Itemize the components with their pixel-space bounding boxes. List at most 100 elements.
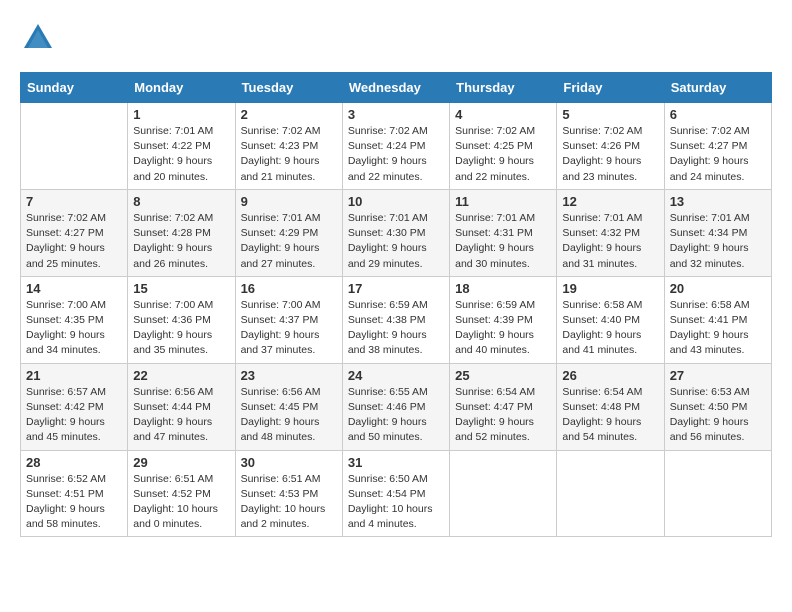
day-number: 24 [348, 368, 444, 383]
day-cell: 1Sunrise: 7:01 AMSunset: 4:22 PMDaylight… [128, 103, 235, 190]
page-header [20, 20, 772, 56]
day-number: 14 [26, 281, 122, 296]
day-number: 19 [562, 281, 658, 296]
day-info: Sunrise: 6:53 AMSunset: 4:50 PMDaylight:… [670, 385, 766, 446]
day-cell: 29 Sunrise: 6:51 AMSunset: 4:52 PMDayligh… [128, 450, 235, 537]
day-cell: 4Sunrise: 7:02 AMSunset: 4:25 PMDaylight… [450, 103, 557, 190]
week-row-3: 14 Sunrise: 7:00 AMSunset: 4:35 PMDayligh… [21, 276, 772, 363]
day-cell: 10 Sunrise: 7:01 AMSunset: 4:30 PMDayligh… [342, 189, 449, 276]
header-cell-thursday: Thursday [450, 73, 557, 103]
day-cell: 9 Sunrise: 7:01 AMSunset: 4:29 PMDaylight… [235, 189, 342, 276]
day-number: 31 [348, 455, 444, 470]
day-cell: 13 Sunrise: 7:01 AMSunset: 4:34 PMDayligh… [664, 189, 771, 276]
logo [20, 20, 60, 56]
day-number: 10 [348, 194, 444, 209]
day-number: 13 [670, 194, 766, 209]
day-info: Sunrise: 6:51 AMSunset: 4:52 PMDaylight:… [133, 472, 229, 533]
day-number: 22 [133, 368, 229, 383]
day-cell [450, 450, 557, 537]
day-cell: 21Sunrise: 6:57 AMSunset: 4:42 PMDayligh… [21, 363, 128, 450]
day-info: Sunrise: 7:02 AMSunset: 4:24 PMDaylight:… [348, 124, 444, 185]
day-info: Sunrise: 7:01 AMSunset: 4:34 PMDaylight:… [670, 211, 766, 272]
day-cell: 16 Sunrise: 7:00 AMSunset: 4:37 PMDayligh… [235, 276, 342, 363]
day-info: Sunrise: 7:02 AMSunset: 4:26 PMDaylight:… [562, 124, 658, 185]
header-cell-sunday: Sunday [21, 73, 128, 103]
day-cell: 25Sunrise: 6:54 AMSunset: 4:47 PMDayligh… [450, 363, 557, 450]
day-cell: 30Sunrise: 6:51 AMSunset: 4:53 PMDayligh… [235, 450, 342, 537]
day-cell: 22 Sunrise: 6:56 AMSunset: 4:44 PMDayligh… [128, 363, 235, 450]
day-number: 30 [241, 455, 337, 470]
day-number: 23 [241, 368, 337, 383]
day-cell: 3 Sunrise: 7:02 AMSunset: 4:24 PMDaylight… [342, 103, 449, 190]
day-info: Sunrise: 6:55 AMSunset: 4:46 PMDaylight:… [348, 385, 444, 446]
day-cell: 20Sunrise: 6:58 AMSunset: 4:41 PMDayligh… [664, 276, 771, 363]
header-cell-friday: Friday [557, 73, 664, 103]
day-number: 3 [348, 107, 444, 122]
day-info: Sunrise: 7:00 AMSunset: 4:37 PMDaylight:… [241, 298, 337, 359]
day-cell: 28 Sunrise: 6:52 AMSunset: 4:51 PMDayligh… [21, 450, 128, 537]
header-cell-tuesday: Tuesday [235, 73, 342, 103]
day-info: Sunrise: 7:02 AMSunset: 4:27 PMDaylight:… [670, 124, 766, 185]
day-cell: 7 Sunrise: 7:02 AMSunset: 4:27 PMDaylight… [21, 189, 128, 276]
logo-icon [20, 20, 56, 56]
day-cell [21, 103, 128, 190]
day-number: 18 [455, 281, 551, 296]
day-number: 12 [562, 194, 658, 209]
day-cell: 18 Sunrise: 6:59 AMSunset: 4:39 PMDayligh… [450, 276, 557, 363]
day-info: Sunrise: 6:56 AMSunset: 4:45 PMDaylight:… [241, 385, 337, 446]
day-cell: 11 Sunrise: 7:01 AMSunset: 4:31 PMDayligh… [450, 189, 557, 276]
day-number: 29 [133, 455, 229, 470]
week-row-1: 1Sunrise: 7:01 AMSunset: 4:22 PMDaylight… [21, 103, 772, 190]
day-number: 9 [241, 194, 337, 209]
header-cell-saturday: Saturday [664, 73, 771, 103]
day-cell: 26Sunrise: 6:54 AMSunset: 4:48 PMDayligh… [557, 363, 664, 450]
day-number: 2 [241, 107, 337, 122]
day-cell: 8 Sunrise: 7:02 AMSunset: 4:28 PMDaylight… [128, 189, 235, 276]
day-info: Sunrise: 6:50 AMSunset: 4:54 PMDaylight:… [348, 472, 444, 533]
day-info: Sunrise: 7:02 AMSunset: 4:23 PMDaylight:… [241, 124, 337, 185]
day-info: Sunrise: 7:01 AMSunset: 4:22 PMDaylight:… [133, 124, 229, 185]
header-cell-wednesday: Wednesday [342, 73, 449, 103]
day-cell: 2 Sunrise: 7:02 AMSunset: 4:23 PMDaylight… [235, 103, 342, 190]
day-cell: 17 Sunrise: 6:59 AMSunset: 4:38 PMDayligh… [342, 276, 449, 363]
day-cell: 31 Sunrise: 6:50 AMSunset: 4:54 PMDayligh… [342, 450, 449, 537]
day-cell: 6 Sunrise: 7:02 AMSunset: 4:27 PMDaylight… [664, 103, 771, 190]
week-row-5: 28 Sunrise: 6:52 AMSunset: 4:51 PMDayligh… [21, 450, 772, 537]
day-info: Sunrise: 7:00 AMSunset: 4:35 PMDaylight:… [26, 298, 122, 359]
day-number: 11 [455, 194, 551, 209]
week-row-2: 7 Sunrise: 7:02 AMSunset: 4:27 PMDaylight… [21, 189, 772, 276]
day-info: Sunrise: 6:52 AMSunset: 4:51 PMDaylight:… [26, 472, 122, 533]
day-cell [664, 450, 771, 537]
day-info: Sunrise: 7:01 AMSunset: 4:32 PMDaylight:… [562, 211, 658, 272]
day-cell: 12 Sunrise: 7:01 AMSunset: 4:32 PMDayligh… [557, 189, 664, 276]
day-info: Sunrise: 6:56 AMSunset: 4:44 PMDaylight:… [133, 385, 229, 446]
day-cell: 19 Sunrise: 6:58 AMSunset: 4:40 PMDayligh… [557, 276, 664, 363]
day-info: Sunrise: 6:59 AMSunset: 4:38 PMDaylight:… [348, 298, 444, 359]
calendar-table: SundayMondayTuesdayWednesdayThursdayFrid… [20, 72, 772, 537]
day-number: 16 [241, 281, 337, 296]
day-number: 6 [670, 107, 766, 122]
day-info: Sunrise: 6:59 AMSunset: 4:39 PMDaylight:… [455, 298, 551, 359]
header-row: SundayMondayTuesdayWednesdayThursdayFrid… [21, 73, 772, 103]
day-number: 28 [26, 455, 122, 470]
day-cell: 15Sunrise: 7:00 AMSunset: 4:36 PMDayligh… [128, 276, 235, 363]
header-cell-monday: Monday [128, 73, 235, 103]
day-cell: 23 Sunrise: 6:56 AMSunset: 4:45 PMDayligh… [235, 363, 342, 450]
day-number: 27 [670, 368, 766, 383]
day-info: Sunrise: 7:02 AMSunset: 4:27 PMDaylight:… [26, 211, 122, 272]
day-cell [557, 450, 664, 537]
day-number: 26 [562, 368, 658, 383]
day-info: Sunrise: 7:01 AMSunset: 4:30 PMDaylight:… [348, 211, 444, 272]
day-info: Sunrise: 7:02 AMSunset: 4:28 PMDaylight:… [133, 211, 229, 272]
day-info: Sunrise: 7:01 AMSunset: 4:31 PMDaylight:… [455, 211, 551, 272]
day-info: Sunrise: 6:58 AMSunset: 4:40 PMDaylight:… [562, 298, 658, 359]
day-info: Sunrise: 7:00 AMSunset: 4:36 PMDaylight:… [133, 298, 229, 359]
day-cell: 5 Sunrise: 7:02 AMSunset: 4:26 PMDaylight… [557, 103, 664, 190]
day-info: Sunrise: 7:01 AMSunset: 4:29 PMDaylight:… [241, 211, 337, 272]
day-cell: 27 Sunrise: 6:53 AMSunset: 4:50 PMDayligh… [664, 363, 771, 450]
day-number: 17 [348, 281, 444, 296]
day-number: 7 [26, 194, 122, 209]
day-info: Sunrise: 6:58 AMSunset: 4:41 PMDaylight:… [670, 298, 766, 359]
day-number: 8 [133, 194, 229, 209]
day-number: 5 [562, 107, 658, 122]
